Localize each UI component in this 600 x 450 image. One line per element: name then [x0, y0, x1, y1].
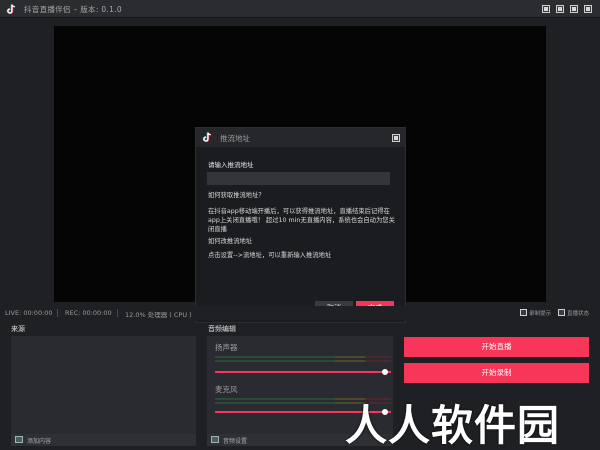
divider	[117, 309, 118, 317]
start-record-button[interactable]: 开始录制	[404, 363, 589, 383]
app-title: 抖音直播伴侣 – 版本: 0.1.0	[24, 5, 122, 14]
source-header: 来源	[11, 325, 25, 333]
push-url-input[interactable]	[207, 172, 390, 185]
live-status-label: 直播状态	[567, 311, 590, 317]
push-url-label: 请输入推流地址	[208, 161, 254, 169]
tiktok-logo-icon	[202, 132, 212, 143]
dialog-header: 推流地址	[196, 128, 405, 147]
speaker-volume-knob[interactable]	[382, 369, 388, 375]
speaker-volume-slider[interactable]	[215, 371, 391, 373]
restore-icon[interactable]	[570, 5, 578, 13]
watermark-text: 人人软件园	[345, 401, 561, 450]
speaker-level-meter-2	[215, 360, 391, 364]
push-url-dialog: 推流地址 请输入推流地址 如何获取推流地址？ 在抖音app移动端开播后，可以获得…	[195, 127, 406, 323]
audio-header: 音频编辑	[208, 325, 236, 333]
maximize-icon[interactable]	[556, 5, 564, 13]
rec-timer: REC: 00:00:00	[65, 309, 112, 317]
add-content-label: 添加内容	[27, 438, 52, 445]
audio-settings-label: 音频设置	[223, 438, 248, 445]
record-hint-checkbox[interactable]	[520, 309, 527, 316]
help-answer-get: 在抖音app移动端开播后，可以获得推流地址，直播结束后记得在app上关闭直播哦！…	[208, 208, 395, 233]
dialog-title: 推流地址	[220, 134, 250, 143]
status-bar: LIVE: 00:00:00 REC: 00:00:00 12.0% 处理器 (…	[0, 306, 600, 320]
minimize-icon[interactable]	[542, 5, 550, 13]
cpu-usage: 12.0% 处理器 ( CPU )	[125, 311, 192, 319]
speaker-label: 扬声器	[215, 343, 238, 352]
add-content-button[interactable]: 添加内容	[11, 434, 196, 446]
help-question-get: 如何获取推流地址？	[208, 192, 265, 199]
live-timer: LIVE: 00:00:00	[5, 309, 53, 317]
dialog-close-icon[interactable]	[392, 134, 400, 142]
mic-label: 麦克风	[215, 385, 238, 394]
tiktok-logo-icon	[6, 4, 16, 15]
help-answer-change: 点击设置-->流地址，可以重新输入推流地址	[208, 252, 332, 259]
live-status-checkbox[interactable]	[558, 309, 565, 316]
image-icon	[211, 436, 219, 443]
title-bar: 抖音直播伴侣 – 版本: 0.1.0	[0, 0, 600, 18]
record-hint-label: 录制提示	[529, 311, 552, 317]
close-icon[interactable]	[584, 5, 592, 13]
image-icon	[15, 436, 23, 443]
source-panel[interactable]: 添加内容	[11, 336, 196, 446]
divider	[57, 309, 58, 317]
start-live-button[interactable]: 开始直播	[404, 337, 589, 357]
help-question-change: 如何改推流地址	[208, 238, 253, 245]
